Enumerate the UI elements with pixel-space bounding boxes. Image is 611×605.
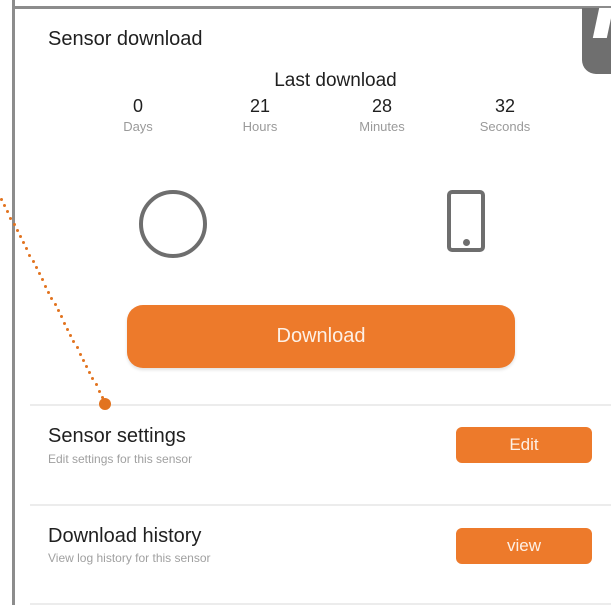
annotation-dot <box>0 198 3 201</box>
annotation-dot <box>3 204 7 208</box>
counter-days-value: 0 <box>132 96 143 116</box>
annotation-dot <box>44 284 48 288</box>
phone-home-dot <box>463 239 470 246</box>
counter-hours-value: 21 <box>249 96 271 116</box>
view-button[interactable]: view <box>456 528 592 564</box>
divider <box>30 504 611 506</box>
annotation-dot <box>6 210 10 214</box>
sensor-settings-title: Sensor settings <box>48 425 186 447</box>
download-button[interactable]: Download <box>127 305 515 368</box>
edit-button[interactable]: Edit <box>456 427 592 463</box>
annotation-dot <box>53 303 57 307</box>
last-download-title: Last download <box>274 70 397 91</box>
counter-minutes-value: 28 <box>371 96 393 116</box>
download-history-subtitle: View log history for this sensor <box>48 551 211 565</box>
counter-days-unit: Days <box>123 119 153 134</box>
annotation-dot <box>47 290 51 294</box>
annotation-dot <box>66 327 70 331</box>
sensor-settings-subtitle: Edit settings for this sensor <box>48 452 193 466</box>
annotation-dot <box>28 253 32 257</box>
annotation-dot <box>88 371 92 375</box>
annotation-dot <box>34 266 38 269</box>
annotation-dot <box>22 241 26 245</box>
annotation-dot <box>59 315 63 319</box>
annotation-dot <box>40 278 44 282</box>
page-title: Sensor download <box>48 28 203 50</box>
device-frame-top <box>12 6 611 9</box>
annotation-dot <box>18 235 22 239</box>
annotation-dot <box>85 364 89 368</box>
counter-days: 0 Days <box>83 95 193 137</box>
annotation-dot <box>37 272 41 276</box>
annotation-dot <box>50 296 54 300</box>
counter-hours-unit: Hours <box>242 119 278 134</box>
counter-seconds-value: 32 <box>494 96 516 116</box>
download-history-title: Download history <box>48 525 202 547</box>
annotation-dot <box>31 259 35 263</box>
annotation-dot <box>56 309 60 313</box>
annotation-dot <box>78 352 82 356</box>
annotation-dot <box>12 222 16 226</box>
annotation-dot <box>69 334 73 337</box>
annotation-dot <box>25 247 29 251</box>
sensor-download-screen: Sensor download Last download 0 Days 21 … <box>0 0 611 605</box>
counter-minutes-unit: Minutes <box>359 119 405 134</box>
annotation-dot <box>72 340 76 344</box>
annotation-dot <box>91 377 95 381</box>
counter-minutes: 28 Minutes <box>327 95 437 137</box>
counter-seconds-unit: Seconds <box>479 119 531 134</box>
annotation-dot <box>75 346 79 350</box>
annotation-dot <box>15 228 19 232</box>
annotation-dot <box>63 321 67 325</box>
counter-hours: 21 Hours <box>205 95 315 137</box>
annotation-pointer-dot <box>99 398 111 410</box>
annotation-dot <box>81 358 85 362</box>
annotation-dot <box>97 389 101 393</box>
circle-icon <box>139 190 207 258</box>
counter-seconds: 32 Seconds <box>450 95 560 137</box>
annotation-dot <box>94 383 98 387</box>
divider <box>30 404 611 406</box>
